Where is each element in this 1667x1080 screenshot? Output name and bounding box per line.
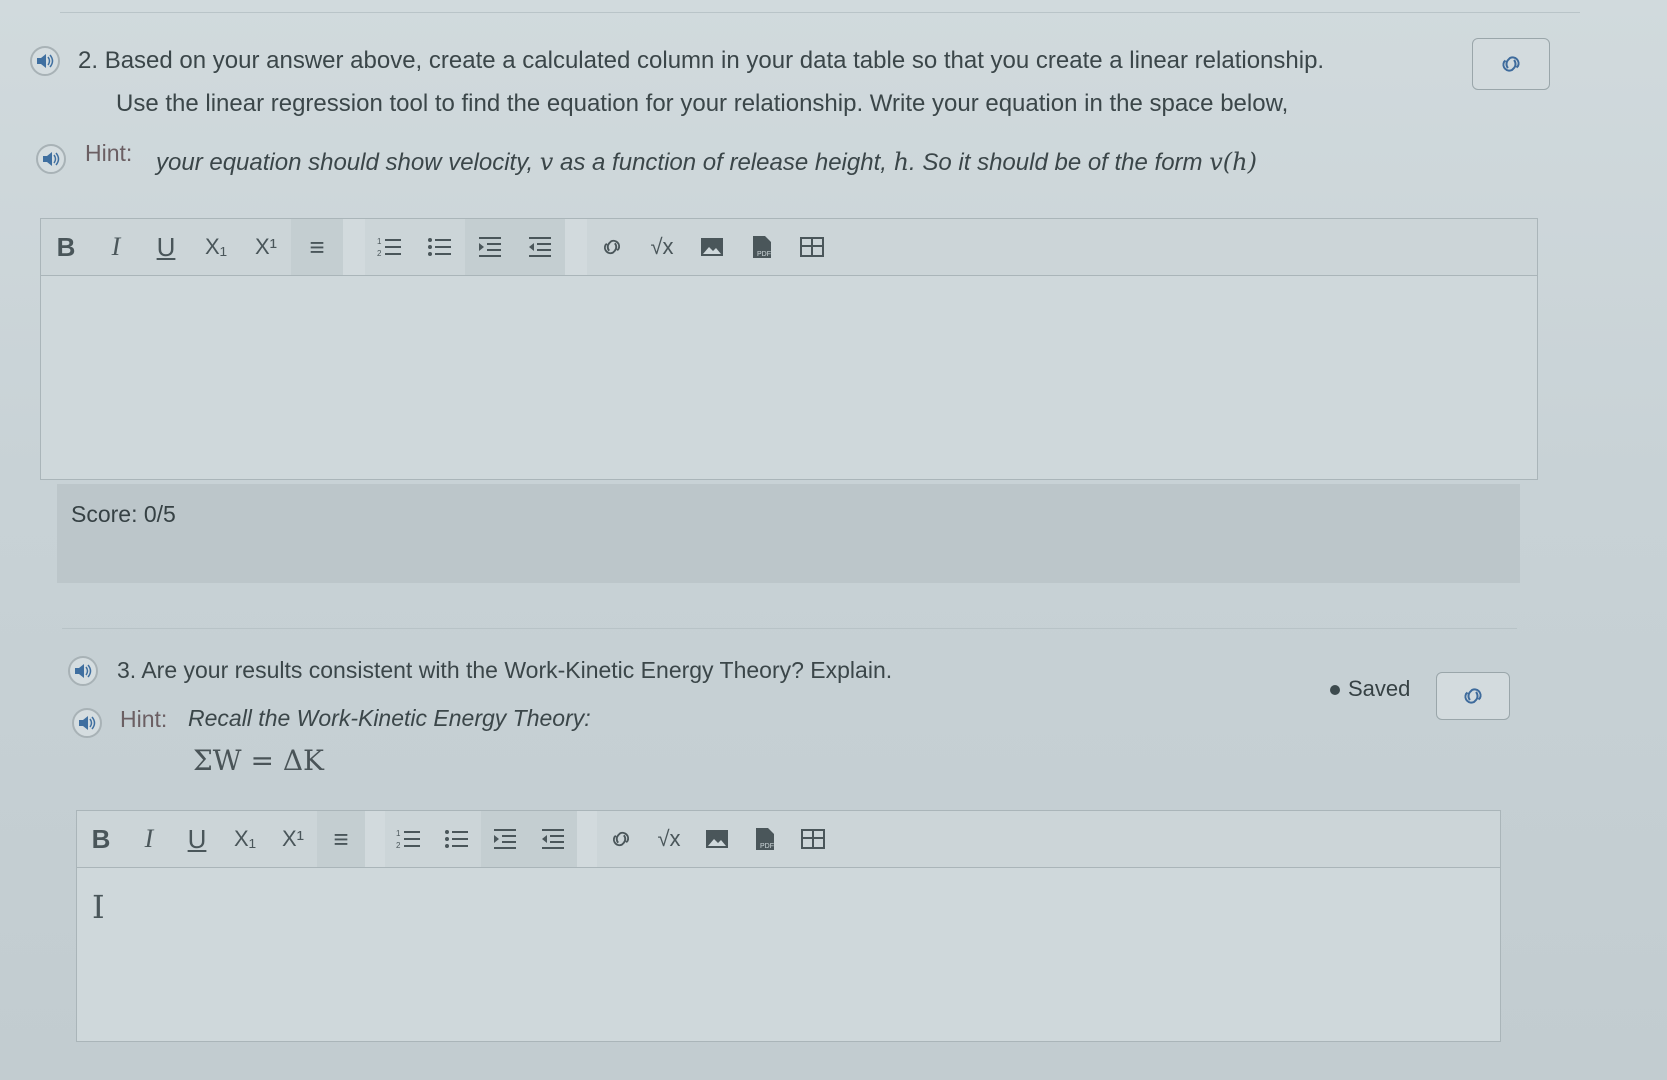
svg-text:1: 1	[377, 237, 382, 246]
section-divider	[62, 628, 1517, 629]
score-label: Score:	[71, 501, 138, 527]
hint-label: Hint:	[85, 140, 133, 166]
math-equation-button[interactable]: √x	[645, 811, 693, 867]
italic-button[interactable]: I	[91, 219, 141, 275]
table-icon[interactable]	[787, 219, 837, 275]
svg-text:PDF: PDF	[760, 843, 774, 850]
question-2-number: 2.	[78, 47, 99, 74]
bullet-list-icon[interactable]	[415, 219, 465, 275]
question-3-link-button[interactable]	[1436, 672, 1510, 720]
saved-dot-icon	[1330, 685, 1340, 696]
question-2-line-1: 2. Based on your answer above, create a …	[78, 47, 1324, 75]
question-2-text: Based on your answer above, create a cal…	[104, 47, 1325, 74]
indent-icon[interactable]	[465, 219, 515, 275]
question-3-number: 3.	[117, 657, 137, 683]
speaker-icon[interactable]	[30, 46, 60, 76]
math-equation-button[interactable]: √x	[637, 219, 687, 275]
question-3-hint-speaker-icon[interactable]	[72, 708, 102, 738]
top-divider	[60, 12, 1580, 13]
outdent-icon[interactable]	[515, 219, 565, 275]
work-energy-formula: ΣW = ΔK	[193, 744, 324, 777]
answer-editor-3[interactable]: B I U X₁ X¹ ≡ 12 √x PDF	[76, 810, 1501, 1042]
text-cursor-icon: I	[92, 888, 105, 926]
pdf-icon[interactable]: PDF	[737, 219, 787, 275]
editor-toolbar: B I U X₁ X¹ ≡ 12 √x PDF	[41, 219, 1537, 276]
subscript-button[interactable]: X₁	[191, 219, 241, 275]
question-3-speaker-icon[interactable]	[68, 656, 98, 686]
image-icon[interactable]	[687, 219, 737, 275]
outdent-icon[interactable]	[529, 811, 577, 867]
question-2-line-2: Use the linear regression tool to find t…	[116, 90, 1289, 117]
toolbar-separator	[565, 219, 587, 275]
superscript-button[interactable]: X¹	[241, 219, 291, 275]
answer-editor-2[interactable]: B I U X₁ X¹ ≡ 12 √x PDF	[40, 218, 1538, 480]
superscript-button[interactable]: X¹	[269, 811, 317, 867]
image-icon[interactable]	[693, 811, 741, 867]
hint-speaker-icon[interactable]	[36, 144, 66, 174]
indent-icon[interactable]	[481, 811, 529, 867]
svg-text:PDF: PDF	[757, 251, 771, 258]
svg-text:1: 1	[396, 829, 401, 838]
align-button[interactable]: ≡	[317, 811, 365, 867]
editor-toolbar: B I U X₁ X¹ ≡ 12 √x PDF	[77, 811, 1500, 868]
subscript-button[interactable]: X₁	[221, 811, 269, 867]
score-value: 0/5	[143, 501, 176, 527]
question-3-hint-text: Recall the Work-Kinetic Energy Theory:	[188, 705, 591, 731]
svg-text:2: 2	[377, 249, 382, 258]
underline-button[interactable]: U	[173, 811, 221, 867]
toolbar-separator	[577, 811, 597, 867]
question-3-hint-label: Hint:	[120, 706, 168, 732]
link-icon	[1502, 56, 1520, 72]
toolbar-separator	[343, 219, 365, 275]
align-button[interactable]: ≡	[291, 219, 343, 275]
question-2-link-button[interactable]	[1472, 38, 1550, 90]
underline-button[interactable]: U	[141, 219, 191, 275]
bold-button[interactable]: B	[41, 219, 91, 275]
link-icon[interactable]	[587, 219, 637, 275]
toolbar-separator	[365, 811, 385, 867]
question-3-text-line: 3. Are your results consistent with the …	[117, 657, 892, 684]
saved-label: Saved	[1348, 676, 1411, 701]
score-panel: Score: 0/5	[57, 484, 1520, 583]
svg-text:2: 2	[396, 841, 401, 850]
italic-button[interactable]: I	[125, 811, 173, 867]
answer-text-area-2[interactable]	[41, 276, 1537, 479]
answer-text-area-3[interactable]	[77, 868, 1500, 1041]
bold-button[interactable]: B	[77, 811, 125, 867]
ordered-list-icon[interactable]: 12	[385, 811, 433, 867]
ordered-list-icon[interactable]: 12	[365, 219, 415, 275]
table-icon[interactable]	[789, 811, 837, 867]
hint-text: your equation should show velocity, v as…	[156, 148, 1257, 176]
score-text: Score: 0/5	[71, 501, 176, 528]
link-icon[interactable]	[597, 811, 645, 867]
pdf-icon[interactable]: PDF	[741, 811, 789, 867]
saved-status: Saved	[1330, 676, 1410, 702]
link-icon	[1464, 688, 1482, 704]
bullet-list-icon[interactable]	[433, 811, 481, 867]
question-3-text: Are your results consistent with the Wor…	[141, 657, 893, 683]
